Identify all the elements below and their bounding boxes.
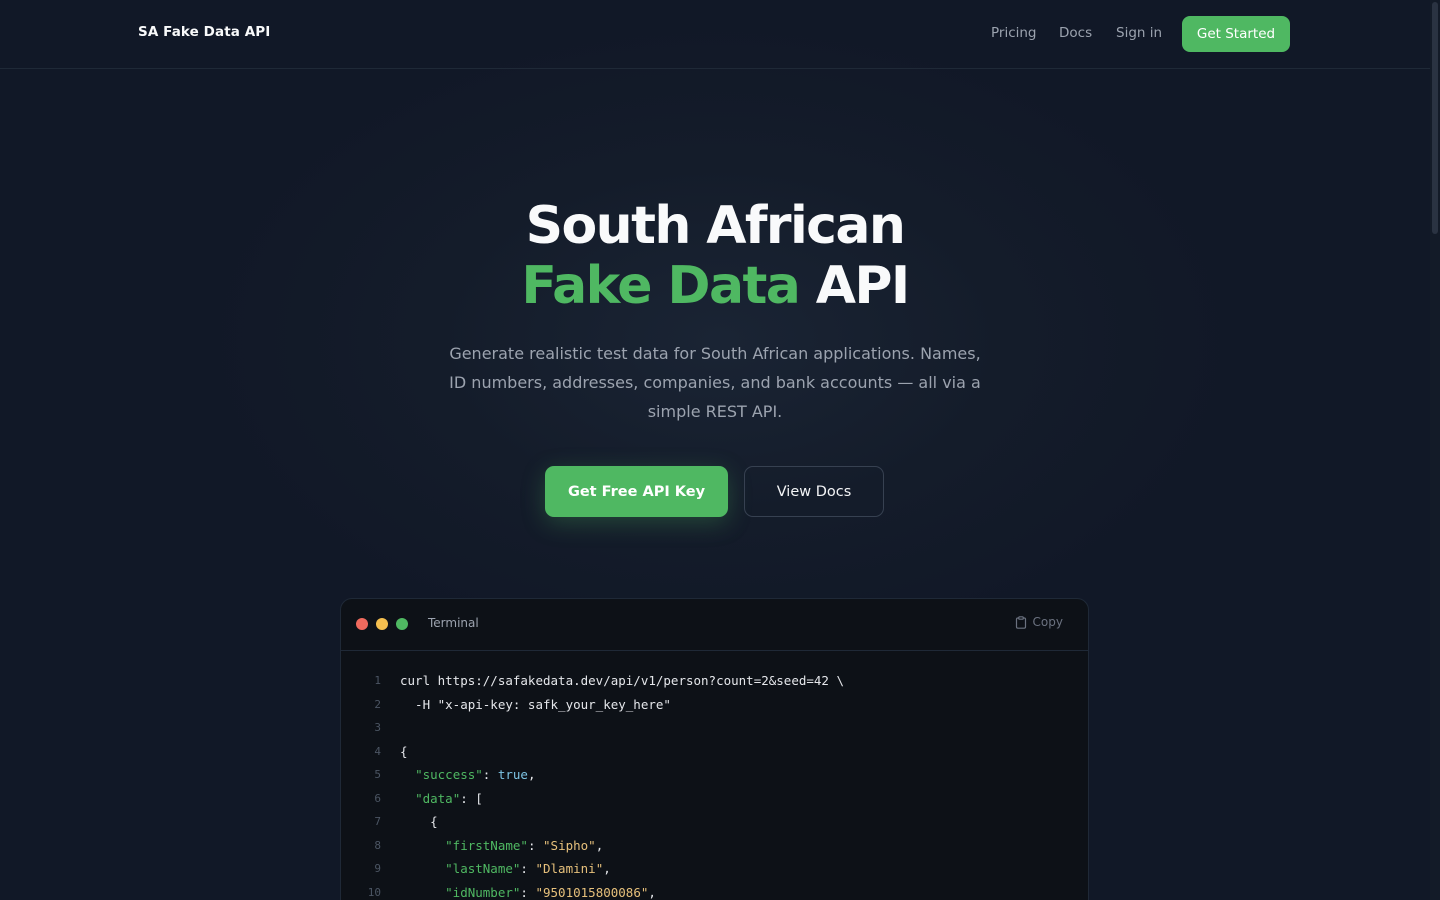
code-line: 5 "success": true, [341,763,1088,787]
line-number: 5 [374,768,381,781]
code-token: : [ [460,790,483,806]
code-text: "data": [ [400,787,483,811]
page-scrollbar[interactable] [1430,0,1440,900]
code-text: curl https://safakedata.dev/api/v1/perso… [400,669,844,693]
code-token: "Dlamini" [535,861,604,876]
line-number: 2 [374,697,381,711]
code-token: "firstName" [445,837,528,853]
code-token: { [400,743,408,759]
get-free-api-key-button[interactable]: Get Free API Key [545,466,728,517]
clipboard-icon [1015,615,1026,629]
code-text: "success": true, [400,763,536,787]
brand-logo[interactable]: SA Fake Data API [138,24,270,40]
code-line: 3 [341,716,1088,740]
terminal-header: Terminal Copy [341,599,1088,651]
line-number: 8 [374,838,381,852]
code-text: { [400,740,408,764]
code-line: 4{ [341,740,1088,764]
code-token: , [648,884,656,900]
code-line: 10 "idNumber": "9501015800086", [341,881,1088,900]
line-number: 4 [374,744,381,758]
code-token: "idNumber" [445,884,521,900]
get-started-button[interactable]: Get Started [1182,16,1290,52]
code-line: 8 "firstName": "Sipho", [341,834,1088,858]
nav-link-sign-in[interactable]: Sign in [1116,25,1162,41]
hero-subtitle: Generate realistic test data for South A… [449,344,981,421]
nav-link-docs[interactable]: Docs [1059,25,1092,41]
line-number: 1 [374,674,381,687]
code-text: "lastName": "Dlamini", [400,857,611,881]
minimize-dot-icon [376,618,388,630]
code-text: -H "x-api-key: safk_your_key_here" [400,693,671,717]
code-line: 6 "data": [ [341,787,1088,811]
code-token: : [520,884,536,900]
close-dot-icon [356,618,368,630]
code-token: "data" [415,790,461,806]
code-token: : [482,767,498,782]
line-number: 3 [374,721,381,734]
code-token: : [527,837,544,853]
line-number: 9 [374,862,381,875]
code-line: 1 curl https://safakedata.dev/api/v1/pers… [341,669,1088,693]
code-token: { [400,814,438,829]
code-line: 2 -H "x-api-key: safk_your_key_here" [341,693,1088,717]
code-text: "firstName": "Sipho", [400,834,603,858]
code-line: 7 { [341,810,1088,834]
code-block: 1 curl https://safakedata.dev/api/v1/pers… [341,669,1088,900]
landing-page: SA Fake Data API Pricing Docs Sign in Ge… [0,0,1440,900]
scrollbar-thumb[interactable] [1432,2,1438,234]
nav-link-pricing[interactable]: Pricing [991,25,1037,41]
hero-title-line-1: South African [525,196,906,256]
view-docs-button[interactable]: View Docs [744,466,884,517]
hero-title: South African Fake Data API [0,196,1430,316]
code-text: "idNumber": "9501015800086", [400,881,656,900]
code-token: , [595,837,604,853]
code-token: "Sipho" [543,837,596,853]
maximize-dot-icon [396,618,408,630]
code-token: -H "x-api-key: safk_your_key_here" [400,696,671,712]
code-token: "9501015800086" [535,884,649,900]
code-token: "lastName" [445,861,521,876]
navbar: SA Fake Data API Pricing Docs Sign in Ge… [0,0,1430,69]
code-token: true [497,767,528,782]
code-token: curl https://safakedata.dev/api/v1/perso… [400,673,845,688]
line-number: 7 [374,815,381,828]
code-token: , [527,767,536,782]
copy-button[interactable]: Copy [1015,615,1063,629]
code-text: { [400,810,438,834]
code-line: 9 "lastName": "Dlamini", [341,857,1088,881]
terminal-title: Terminal [428,616,479,630]
hero-title-rest: API [799,256,911,316]
hero-title-accent: Fake Data [521,256,801,316]
code-token: , [603,861,611,876]
line-number: 10 [367,885,381,899]
copy-label: Copy [1032,615,1063,629]
line-number: 6 [374,791,381,805]
terminal-window: Terminal Copy 1 curl https://safakedata.d… [340,598,1089,900]
code-token: : [520,861,536,876]
code-token: "success" [415,767,483,782]
